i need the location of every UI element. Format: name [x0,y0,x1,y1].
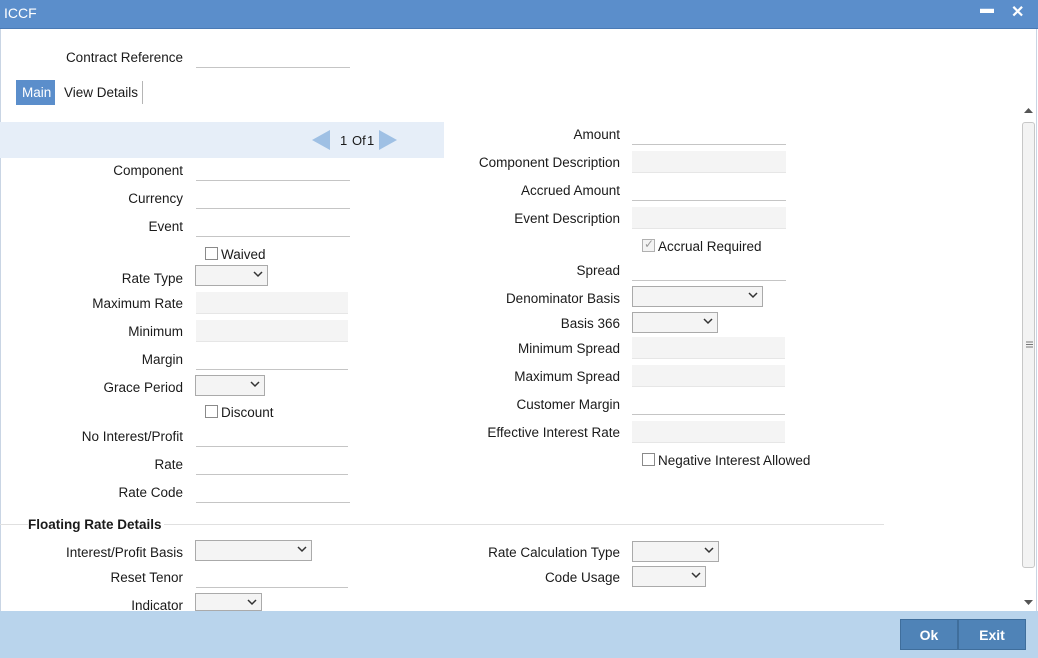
rate-label: Rate [154,457,183,472]
scrollbar-thumb[interactable] [1022,122,1035,568]
window-title: ICCF [4,5,37,21]
previous-record-icon[interactable] [310,129,332,154]
waived-label: Waived [221,247,266,262]
indicator-select[interactable] [195,593,262,611]
chevron-down-icon [691,572,701,579]
scroll-up-icon[interactable] [1024,107,1033,114]
spread-label: Spread [576,263,620,278]
scroll-down-icon[interactable] [1024,599,1033,606]
contract-reference-label: Contract Reference [65,50,183,65]
rate-type-select[interactable] [195,265,268,286]
footer-bar [0,611,1038,658]
maximum-spread-label: Maximum Spread [514,369,620,384]
next-record-icon[interactable] [377,129,399,154]
chevron-down-icon [297,546,307,553]
basis-366-select[interactable] [632,312,718,333]
no-interest-label: No Interest/Profit [81,429,183,444]
window-titlebar: ICCF ▬ ✕ [0,0,1038,29]
margin-label: Margin [141,352,183,367]
event-description-input[interactable] [632,207,786,229]
code-usage-label: Code Usage [544,570,620,585]
component-description-label: Component Description [478,155,620,170]
grace-period-select[interactable] [195,375,265,396]
basis-366-label: Basis 366 [560,316,620,331]
section-divider-left [0,524,28,525]
rate-calc-type-label: Rate Calculation Type [488,545,620,560]
chevron-down-icon [250,381,260,388]
denominator-basis-label: Denominator Basis [505,291,620,306]
chevron-down-icon [703,318,713,325]
pager-current: 1 [340,133,348,148]
interest-basis-label: Interest/Profit Basis [65,545,183,560]
discount-checkbox[interactable] [205,405,218,418]
denominator-basis-select[interactable] [632,286,763,307]
minimum-input[interactable] [196,320,348,342]
minimum-label: Minimum [128,324,183,339]
chevron-down-icon [253,271,263,278]
currency-label: Currency [128,191,183,206]
rate-code-input[interactable] [196,481,350,503]
chevron-down-icon [247,599,257,606]
minimize-icon[interactable]: ▬ [980,0,994,16]
negative-interest-checkbox[interactable] [642,453,655,466]
pager-of: Of [352,133,366,148]
discount-label: Discount [221,405,274,420]
component-description-input[interactable] [632,151,786,173]
component-input[interactable] [196,159,350,181]
customer-margin-input[interactable] [632,393,785,415]
grip-icon [1026,341,1033,348]
floating-rate-section-title: Floating Rate Details [28,517,162,532]
waived-checkbox[interactable] [205,247,218,260]
reset-tenor-label: Reset Tenor [110,570,183,585]
reset-tenor-input[interactable] [196,566,348,588]
section-divider [164,524,884,525]
accrual-required-checkbox[interactable]: ✓ [642,237,655,252]
tab-view-details[interactable]: View Details [58,80,144,105]
accrued-amount-input[interactable] [632,179,786,201]
amount-input[interactable] [632,123,786,145]
effective-interest-rate-label: Effective Interest Rate [487,425,620,440]
currency-input[interactable] [196,187,350,209]
event-label: Event [148,219,183,234]
chevron-down-icon [748,292,758,299]
maximum-spread-input[interactable] [632,365,785,387]
negative-interest-label: Negative Interest Allowed [658,453,811,468]
ok-button[interactable]: Ok [900,619,958,650]
grace-period-label: Grace Period [103,380,183,395]
interest-basis-select[interactable] [195,540,312,561]
minimum-spread-input[interactable] [632,337,785,359]
rate-code-label: Rate Code [118,485,183,500]
code-usage-select[interactable] [632,566,706,587]
maximum-rate-label: Maximum Rate [92,296,183,311]
spread-input[interactable] [632,259,786,281]
close-icon[interactable]: ✕ [1011,2,1024,22]
rate-calc-type-select[interactable] [632,541,719,562]
component-label: Component [113,163,183,178]
customer-margin-label: Customer Margin [516,397,620,412]
event-description-label: Event Description [514,211,620,226]
tab-main[interactable]: Main [16,80,55,105]
minimum-spread-label: Minimum Spread [517,341,620,356]
tab-separator [142,81,143,104]
vertical-scrollbar[interactable] [1021,104,1036,610]
chevron-down-icon [704,547,714,554]
amount-label: Amount [573,127,620,142]
effective-interest-rate-input[interactable] [632,421,785,443]
checkmark-icon: ✓ [644,237,655,251]
no-interest-input[interactable] [196,425,348,447]
margin-input[interactable] [196,348,348,370]
accrued-amount-label: Accrued Amount [520,183,620,198]
contract-reference-input[interactable] [196,46,350,68]
rate-input[interactable] [196,453,348,475]
maximum-rate-input[interactable] [196,292,348,314]
accrual-required-label: Accrual Required [658,239,762,254]
pager-total: 1 [367,133,375,148]
rate-type-label: Rate Type [121,271,183,286]
exit-button[interactable]: Exit [958,619,1026,650]
event-input[interactable] [196,215,350,237]
